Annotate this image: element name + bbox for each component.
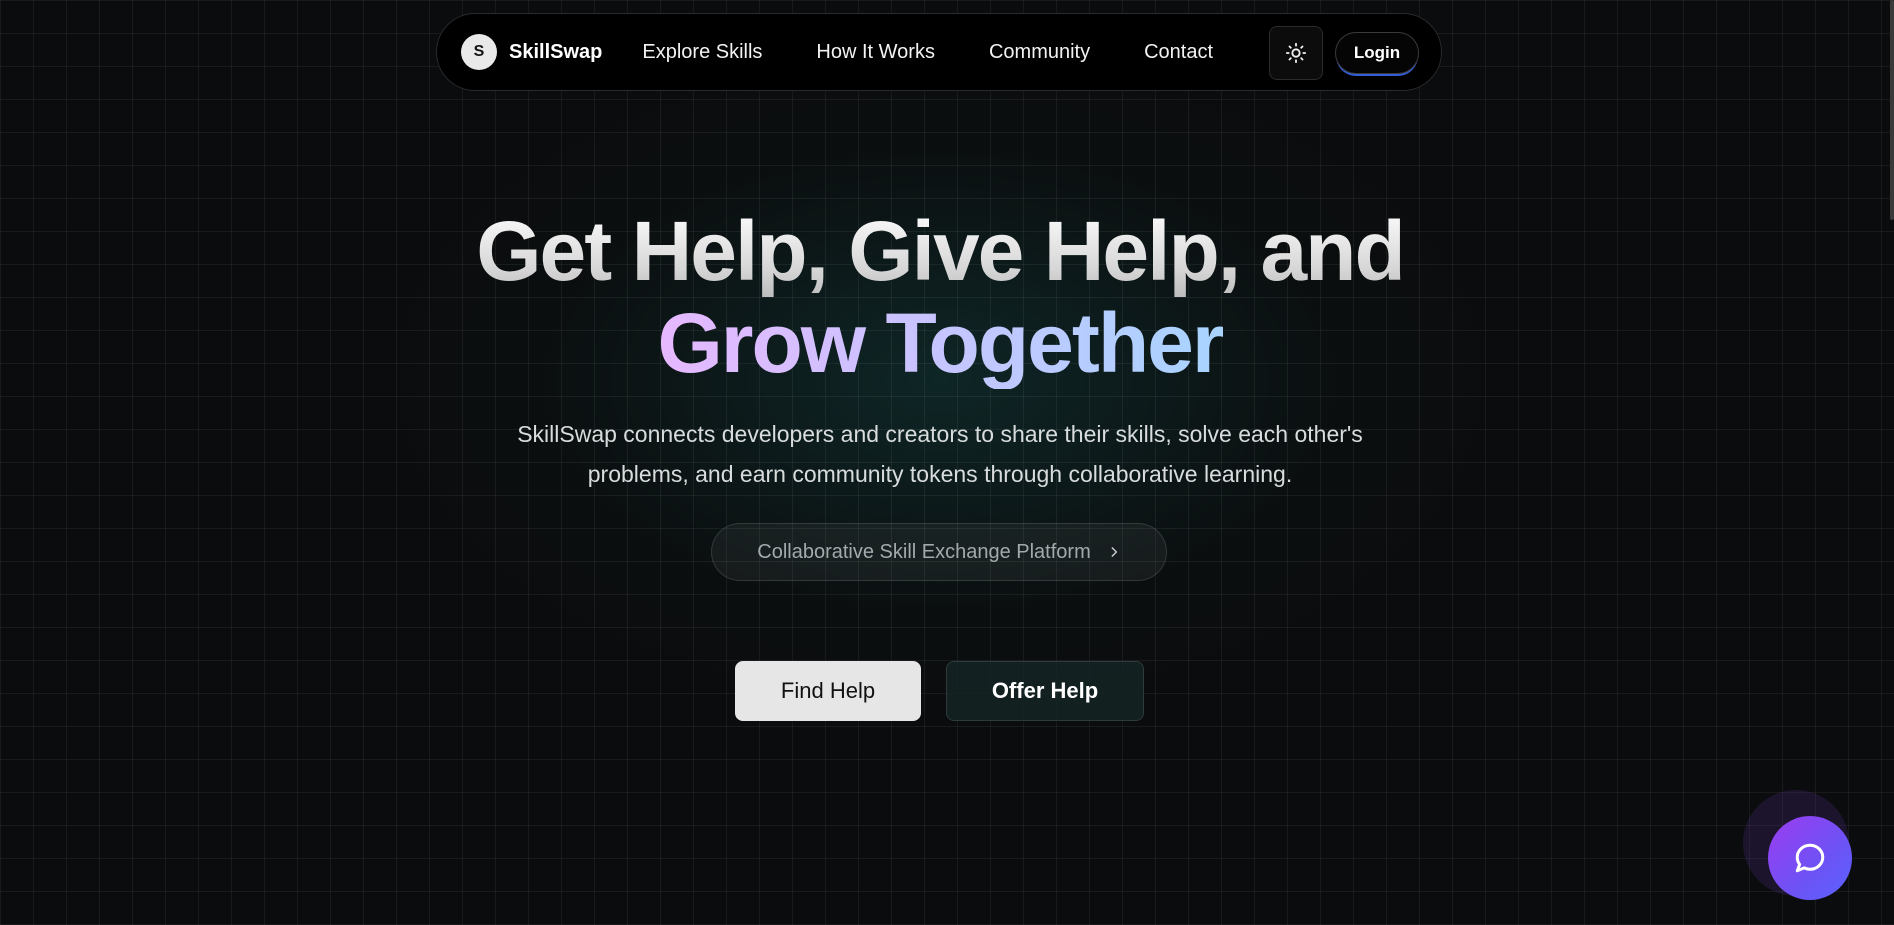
offer-help-button[interactable]: Offer Help — [946, 661, 1144, 721]
brand-name: SkillSwap — [509, 40, 603, 63]
sun-icon — [1285, 42, 1307, 64]
hero-subtitle-line1: SkillSwap connects developers and creato… — [517, 421, 1363, 447]
nav-link-explore-skills[interactable]: Explore Skills — [642, 41, 762, 64]
chat-bubble-icon — [1795, 843, 1825, 873]
theme-toggle-button[interactable] — [1269, 26, 1323, 80]
brand-home-link[interactable]: S SkillSwap — [461, 34, 602, 70]
chevron-right-icon — [1107, 545, 1121, 559]
platform-pill-link[interactable]: Collaborative Skill Exchange Platform — [711, 523, 1167, 581]
nav-link-how-it-works[interactable]: How It Works — [816, 41, 935, 64]
top-navbar: S SkillSwap Explore Skills How It Works … — [436, 13, 1442, 91]
nav-links: Explore Skills How It Works Community Co… — [642, 41, 1213, 64]
platform-pill-label: Collaborative Skill Exchange Platform — [757, 540, 1091, 563]
brand-logo: S — [461, 34, 497, 70]
hero-title-line1: Get Help, Give Help, and — [0, 205, 1880, 297]
chat-button[interactable] — [1768, 816, 1852, 900]
page: S SkillSwap Explore Skills How It Works … — [0, 0, 1894, 925]
hero-title-line2: Grow Together — [657, 296, 1224, 390]
scrollbar[interactable] — [1890, 0, 1894, 220]
hero-subtitle-line2: problems, and earn community tokens thro… — [587, 461, 1293, 487]
nav-link-contact[interactable]: Contact — [1144, 41, 1213, 64]
nav-link-community[interactable]: Community — [989, 41, 1090, 64]
find-help-button[interactable]: Find Help — [735, 661, 921, 721]
login-button[interactable]: Login — [1335, 32, 1419, 74]
hero-subtitle: SkillSwap connects developers and creato… — [0, 414, 1880, 494]
hero-title: Get Help, Give Help, and Grow Together — [0, 205, 1880, 389]
